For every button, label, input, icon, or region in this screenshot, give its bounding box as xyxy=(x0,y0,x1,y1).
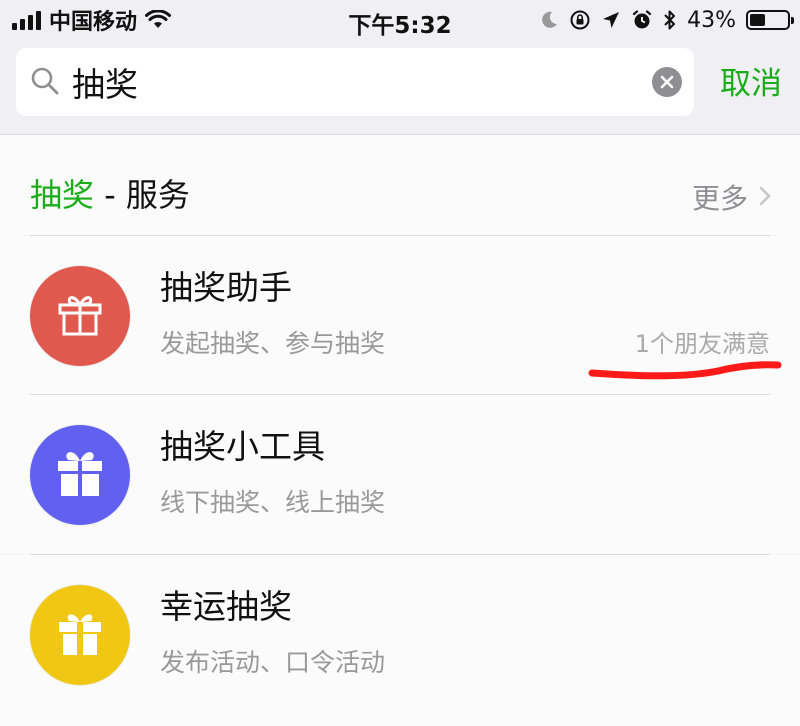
orientation-lock-icon xyxy=(569,9,591,31)
more-link[interactable]: 更多 xyxy=(692,177,772,217)
chevron-right-icon xyxy=(758,181,772,214)
item-title: 幸运抽奖 xyxy=(160,587,292,626)
red-underline-annotation xyxy=(588,361,782,380)
search-icon xyxy=(30,66,60,100)
section-title: 抽奖 - 服务 xyxy=(30,175,190,215)
alarm-icon xyxy=(631,9,653,31)
section-header: 抽奖 - 服务 更多 xyxy=(0,135,800,235)
item-subtitle: 发布活动、口令活动 xyxy=(160,648,386,677)
location-icon xyxy=(601,10,621,30)
section-title-suffix: - 服务 xyxy=(94,176,190,214)
battery-percent: 43% xyxy=(687,7,736,33)
battery-level xyxy=(750,14,765,26)
status-bar: 中国移动 下午5:32 43% xyxy=(0,0,800,40)
item-subtitle: 发起抽奖、参与抽奖 xyxy=(160,329,386,358)
gift-icon xyxy=(52,286,108,346)
clear-icon[interactable] xyxy=(652,67,682,97)
search-input[interactable] xyxy=(72,58,632,106)
item-title: 抽奖小工具 xyxy=(160,427,325,466)
search-box[interactable] xyxy=(16,48,694,116)
list-item[interactable]: 抽奖小工具 线下抽奖、线上抽奖 xyxy=(0,395,800,553)
moon-icon xyxy=(539,10,559,30)
status-right: 43% xyxy=(539,6,794,34)
battery-icon xyxy=(746,10,794,30)
item-title: 抽奖助手 xyxy=(160,268,292,307)
more-label: 更多 xyxy=(691,182,748,215)
avatar xyxy=(30,425,130,525)
search-bar: 取消 xyxy=(0,40,800,135)
gift-icon xyxy=(50,443,110,507)
cancel-button[interactable]: 取消 xyxy=(706,62,796,106)
item-subtitle: 线下抽奖、线上抽奖 xyxy=(160,488,386,517)
bluetooth-icon xyxy=(663,9,677,31)
avatar xyxy=(30,266,130,366)
avatar xyxy=(30,585,130,685)
section-keyword: 抽奖 xyxy=(30,176,95,214)
list-item[interactable]: 幸运抽奖 发布活动、口令活动 xyxy=(0,555,800,726)
gift-icon xyxy=(52,605,108,665)
